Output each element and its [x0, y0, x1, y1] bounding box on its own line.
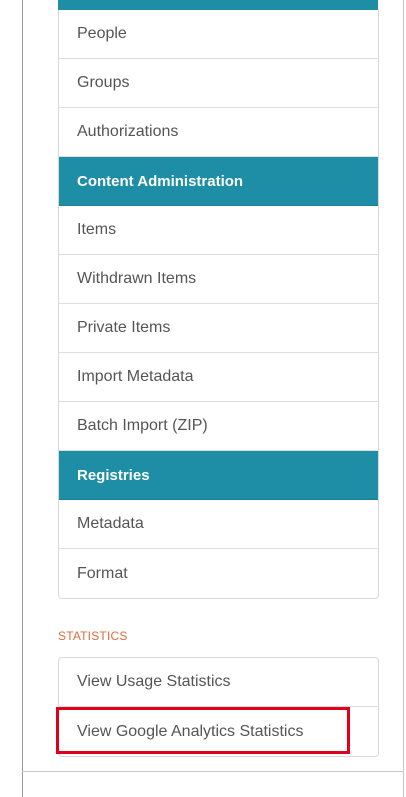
nav-item-metadata[interactable]: Metadata	[59, 500, 378, 549]
nav-item-groups[interactable]: Groups	[59, 59, 378, 108]
nav-item-import-metadata[interactable]: Import Metadata	[59, 353, 378, 402]
nav-header-content-administration: Content Administration	[59, 157, 378, 206]
nav-item-format[interactable]: Format	[59, 549, 378, 598]
nav-item-authorizations[interactable]: Authorizations	[59, 108, 378, 157]
nav-item-withdrawn-items[interactable]: Withdrawn Items	[59, 255, 378, 304]
page-frame-right-edge	[403, 0, 404, 797]
nav-item-people[interactable]: People	[59, 10, 378, 59]
nav-item-view-usage-statistics[interactable]: View Usage Statistics	[59, 658, 378, 707]
highlight-box	[56, 707, 350, 754]
statistics-section-label: STATISTICS	[58, 629, 128, 643]
admin-header-stripe	[58, 0, 378, 10]
nav-header-registries: Registries	[59, 451, 378, 500]
admin-nav-list: People Groups Authorizations Content Adm…	[58, 10, 379, 599]
nav-item-items[interactable]: Items	[59, 206, 378, 255]
nav-item-private-items[interactable]: Private Items	[59, 304, 378, 353]
page-frame-bottom-edge	[22, 771, 404, 772]
page-frame-left-edge	[22, 0, 23, 797]
nav-item-batch-import-zip[interactable]: Batch Import (ZIP)	[59, 402, 378, 451]
